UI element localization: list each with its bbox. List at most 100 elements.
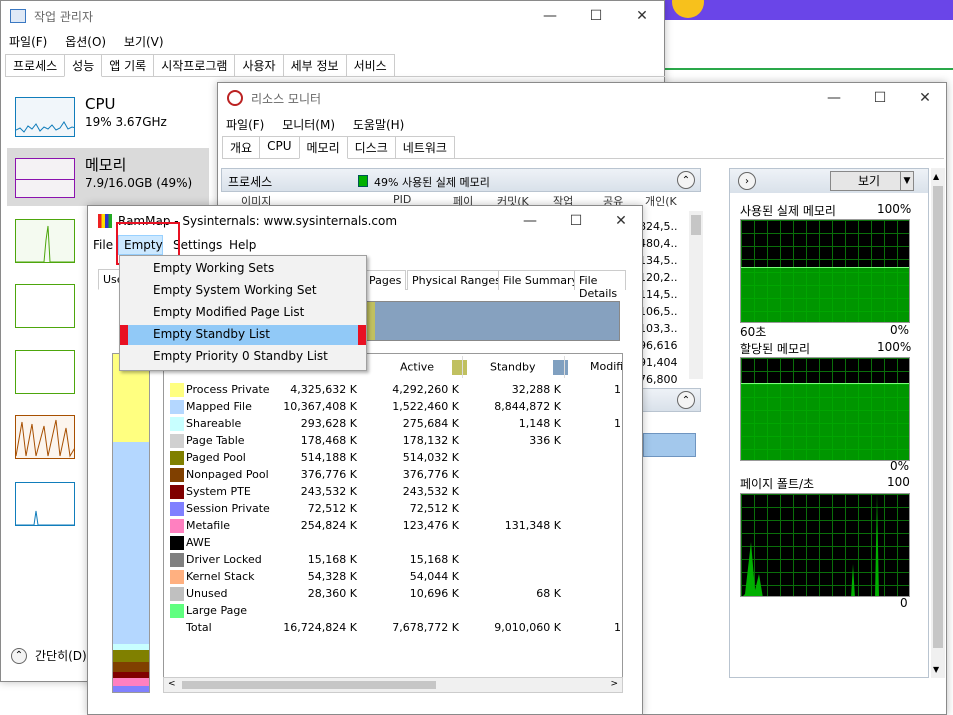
memory-panel-header[interactable]: ⌃ bbox=[638, 388, 701, 412]
table-rows: Process Private 4,325,632 K 4,292,260 K 32,… bbox=[170, 381, 622, 636]
rammap-window: RamMap - Sysinternals: www.sysinternals.… bbox=[87, 205, 643, 715]
view-dropdown-arrow[interactable]: ▼ bbox=[900, 171, 914, 191]
table-row: Session Private 72,512 K 72,512 K bbox=[170, 500, 622, 517]
tab-network[interactable]: 네트워크 bbox=[394, 136, 455, 158]
tab-cpu[interactable]: CPU bbox=[259, 136, 300, 158]
menu-view[interactable]: 보기(V) bbox=[124, 35, 164, 49]
resource-monitor-icon bbox=[227, 90, 243, 106]
menu-help[interactable]: 도움말(H) bbox=[353, 118, 405, 132]
maximize-button[interactable]: ☐ bbox=[573, 1, 619, 31]
row-active: 1,522,460 K bbox=[392, 400, 459, 413]
empty-dropdown-menu: Empty Working Sets Empty System Working … bbox=[119, 255, 367, 371]
task-manager-menubar: 파일(F) 옵션(O) 보기(V) bbox=[9, 33, 178, 50]
expand-chevron-icon[interactable]: › bbox=[738, 172, 756, 190]
tab-physical-ranges[interactable]: Physical Ranges bbox=[407, 270, 506, 290]
row-name: Mapped File bbox=[186, 400, 252, 413]
minimize-button[interactable]: — bbox=[527, 1, 573, 31]
collapse-chevron-icon[interactable]: ⌃ bbox=[677, 171, 695, 189]
row-active: 15,168 K bbox=[409, 553, 459, 566]
menu-item-empty-priority0-standby-list[interactable]: Empty Priority 0 Standby List bbox=[153, 349, 328, 363]
tab-processes[interactable]: 프로세스 bbox=[5, 54, 66, 76]
menu-file[interactable]: 파일(F) bbox=[226, 118, 264, 132]
menu-item-empty-system-working-set[interactable]: Empty System Working Set bbox=[153, 283, 317, 297]
row-total: 28,360 K bbox=[307, 587, 357, 600]
perf-item-disk2-thumbnail[interactable] bbox=[15, 350, 75, 394]
tab-overview[interactable]: 개요 bbox=[222, 136, 261, 158]
tab-file-summary[interactable]: File Summary bbox=[498, 270, 584, 290]
minimize-button[interactable]: — bbox=[507, 206, 553, 236]
usage-bar bbox=[364, 301, 620, 341]
view-button[interactable]: 보기 bbox=[830, 171, 908, 191]
row-total: 293,628 K bbox=[300, 417, 357, 430]
tab-performance[interactable]: 성능 bbox=[64, 54, 103, 77]
graph1-title: 사용된 실제 메모리 bbox=[740, 204, 836, 218]
menu-help[interactable]: Help bbox=[229, 238, 256, 252]
row-color-swatch bbox=[170, 468, 184, 482]
menu-item-empty-standby-list-label: Empty Standby List bbox=[153, 327, 270, 341]
fewer-details-button[interactable]: ⌃ 간단히(D) bbox=[11, 647, 87, 664]
close-button[interactable]: ✕ bbox=[902, 83, 948, 113]
row-standby: 131,348 K bbox=[504, 519, 561, 532]
perf-item-gpu-thumbnail[interactable] bbox=[15, 482, 75, 526]
graph3-title: 페이지 폴트/초 bbox=[740, 477, 815, 491]
col-private[interactable]: 개인(K bbox=[645, 193, 677, 209]
perf-item-disk0-thumbnail[interactable] bbox=[15, 219, 75, 263]
close-button[interactable]: ✕ bbox=[619, 1, 665, 31]
close-button[interactable]: ✕ bbox=[598, 206, 644, 236]
menu-options[interactable]: 옵션(O) bbox=[65, 35, 106, 49]
tab-memory[interactable]: 메모리 bbox=[298, 136, 348, 159]
row-active: 54,044 K bbox=[409, 570, 459, 583]
tab-disk[interactable]: 디스크 bbox=[346, 136, 396, 158]
maximize-button[interactable]: ☐ bbox=[553, 206, 599, 236]
tab-use-counts[interactable]: Use bbox=[98, 269, 124, 290]
row-standby: 8,844,872 K bbox=[494, 400, 561, 413]
usage-indicator-text: 49% 사용된 실제 메모리 bbox=[374, 176, 490, 189]
graph-pane-scrollbar[interactable]: ▲ ▼ bbox=[931, 168, 945, 678]
row-total: 15,168 K bbox=[307, 553, 357, 566]
process-panel-header[interactable]: 프로세스 49% 사용된 실제 메모리 ⌃ bbox=[221, 168, 701, 192]
menu-file[interactable]: File bbox=[93, 238, 113, 252]
table-hscrollbar[interactable]: < > bbox=[163, 677, 623, 693]
row-name: Kernel Stack bbox=[186, 570, 255, 583]
collapse-chevron-icon[interactable]: ⌃ bbox=[677, 391, 695, 409]
header-standby-label: Standby bbox=[490, 360, 536, 374]
row-color-swatch bbox=[170, 553, 184, 567]
list-item: 134,5.. bbox=[639, 254, 678, 267]
perf-item-ethernet-thumbnail[interactable] bbox=[15, 415, 75, 459]
tab-details[interactable]: 세부 정보 bbox=[282, 54, 347, 76]
row-active: 514,032 K bbox=[402, 451, 459, 464]
private-column-values: 824,5.. 480,4.. 134,5.. 120,2.. 114,5.. … bbox=[639, 218, 689, 388]
header-modified[interactable]: Modifie bbox=[590, 360, 622, 373]
maximize-button[interactable]: ☐ bbox=[857, 83, 903, 113]
row-active: 243,532 K bbox=[402, 485, 459, 498]
perf-item-disk1-thumbnail[interactable] bbox=[15, 284, 75, 328]
tab-users[interactable]: 사용자 bbox=[234, 54, 284, 76]
process-scrollbar[interactable] bbox=[689, 211, 703, 379]
tab-physical-pages[interactable]: Pages bbox=[364, 270, 407, 290]
menu-file[interactable]: 파일(F) bbox=[9, 35, 47, 49]
row-active: 10,696 K bbox=[409, 587, 459, 600]
table-row: System PTE 243,532 K 243,532 K bbox=[170, 483, 622, 500]
header-active[interactable]: Active bbox=[400, 360, 471, 375]
tab-startup[interactable]: 시작프로그램 bbox=[153, 54, 236, 76]
perf-item-memory[interactable]: 메모리 7.9/16.0GB (49%) bbox=[7, 148, 209, 206]
row-standby: 68 K bbox=[536, 587, 561, 600]
menu-item-empty-modified-page-list[interactable]: Empty Modified Page List bbox=[153, 305, 304, 319]
perf-item-cpu[interactable]: CPU 19% 3.67GHz bbox=[7, 87, 209, 145]
row-standby: 336 K bbox=[529, 434, 561, 447]
tab-file-details[interactable]: File Details bbox=[574, 270, 626, 300]
minimize-button[interactable]: — bbox=[811, 83, 857, 113]
row-color-swatch bbox=[170, 485, 184, 499]
header-standby[interactable]: Standby bbox=[490, 360, 572, 375]
memory-thumbnail bbox=[15, 158, 75, 198]
menu-settings[interactable]: Settings bbox=[173, 238, 222, 252]
menu-item-empty-standby-list[interactable]: Empty Standby List bbox=[120, 325, 366, 345]
menu-item-empty-working-sets[interactable]: Empty Working Sets bbox=[153, 261, 274, 275]
resource-monitor-tabs: 개요 CPU 메모리 디스크 네트워크 bbox=[222, 136, 944, 159]
tab-services[interactable]: 서비스 bbox=[345, 54, 395, 76]
tab-app-history[interactable]: 앱 기록 bbox=[101, 54, 155, 76]
menu-monitor[interactable]: 모니터(M) bbox=[282, 118, 335, 132]
rammap-icon bbox=[98, 214, 112, 228]
use-counts-table: Active Standby Modifie Process Private 4,… bbox=[163, 353, 623, 693]
graph-physical-memory bbox=[740, 219, 910, 323]
